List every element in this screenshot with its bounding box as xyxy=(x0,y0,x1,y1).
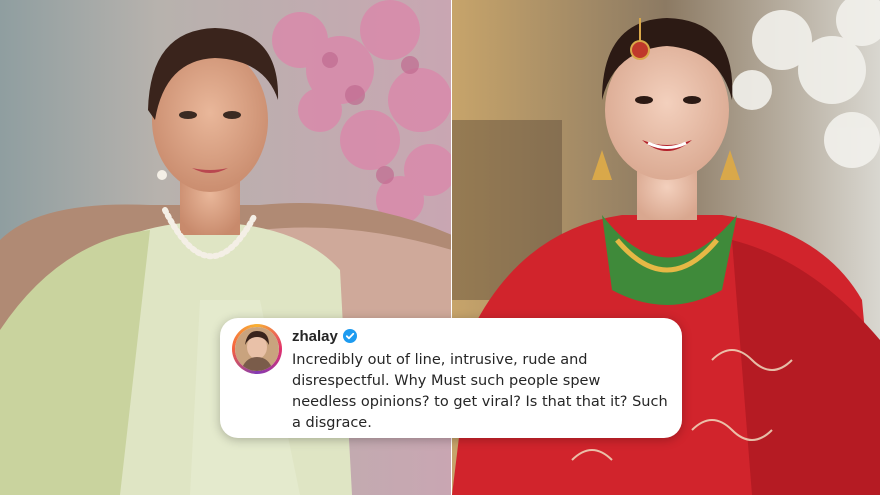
comment-text: Incredibly out of line, intrusive, rude … xyxy=(292,352,668,431)
username[interactable]: zhalay xyxy=(292,328,338,345)
comment-card: zhalay Incredibly out of line, intrusive… xyxy=(220,318,682,438)
profile-photo xyxy=(235,327,279,371)
comment-header: zhalay xyxy=(292,327,357,345)
verified-badge-icon xyxy=(342,329,357,343)
profile-avatar[interactable] xyxy=(232,324,282,374)
